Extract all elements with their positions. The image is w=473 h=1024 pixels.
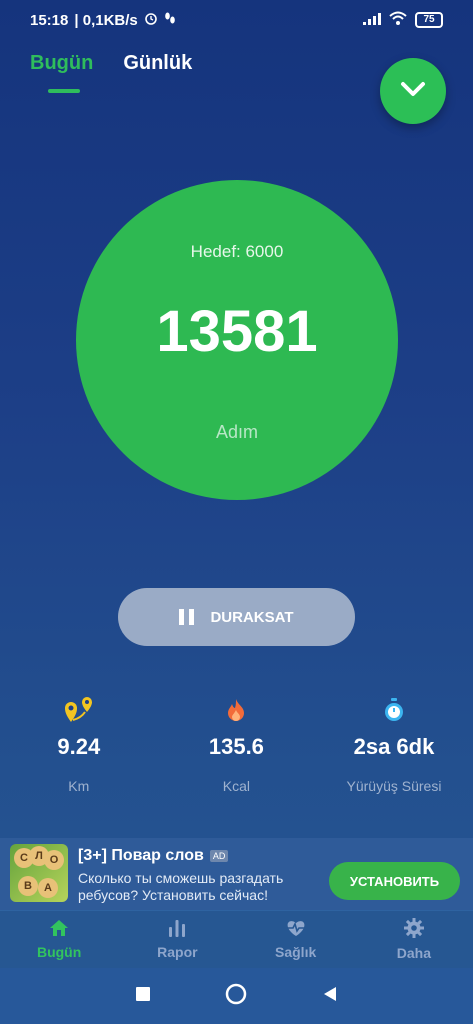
flame-icon (158, 696, 316, 724)
nav-item-label: Sağlık (275, 944, 317, 960)
nav-item-daha[interactable]: Daha (355, 911, 473, 968)
stat-calories-label: Kcal (222, 778, 250, 794)
stat-duration-value: 2sa 6dk (353, 734, 435, 759)
ad-app-image[interactable]: С Л О В А (10, 844, 68, 902)
top-tabs: Bugün Günlük (30, 52, 192, 93)
nav-item-bugun[interactable]: Bugün (0, 911, 118, 968)
stat-duration-label: Yürüyüş Süresi (346, 778, 442, 794)
ad-title-text: [3+] Повар слов (78, 847, 204, 864)
stats-row: 9.24 Km 135.6 Kcal 2sa 6dk Yürüyüş Süres… (0, 696, 473, 794)
footsteps-icon (164, 11, 176, 29)
recent-apps-button[interactable] (135, 986, 150, 1006)
stat-distance-value: 9.24 (57, 734, 101, 759)
pause-button[interactable]: DURAKSAT (118, 588, 355, 646)
ad-badge: AD (209, 849, 229, 862)
step-count: 13581 (156, 299, 318, 364)
step-unit-label: Adım (215, 422, 258, 442)
heart-pulse-icon (285, 919, 307, 940)
stopwatch-icon (315, 696, 473, 724)
chevron-down-icon (399, 80, 427, 103)
status-time: 15:18 (30, 11, 69, 29)
ad-install-button[interactable]: УСТАНОВИТЬ (329, 862, 460, 900)
gear-icon (403, 918, 424, 941)
ad-title: [3+] Повар слов AD (78, 847, 229, 865)
status-network: | 0,1KB/s (74, 11, 138, 29)
nav-item-rapor[interactable]: Rapor (118, 911, 236, 968)
status-right: 75 (363, 11, 443, 29)
nav-item-label: Daha (396, 945, 431, 961)
pause-button-label: DURAKSAT (210, 608, 294, 626)
stat-calories-value: 135.6 (208, 734, 264, 759)
home-button[interactable] (225, 983, 247, 1010)
expand-button[interactable] (380, 58, 446, 124)
alarm-icon (144, 11, 158, 29)
ad-banner[interactable]: С Л О В А [3+] Повар слов AD Сколько ты с… (0, 838, 473, 910)
signal-icon (363, 12, 381, 29)
tab-bugun[interactable]: Bugün (30, 52, 93, 93)
ad-image-tile: В (18, 876, 38, 896)
nav-item-label: Bugün (36, 944, 82, 960)
status-bar: 15:18 | 0,1KB/s 75 (0, 0, 473, 40)
bottom-nav: Bugün Rapor Sağlık Daha (0, 910, 473, 968)
home-icon (49, 919, 69, 940)
ad-image-tile: О (44, 850, 64, 870)
stat-calories: 135.6 Kcal (158, 696, 316, 794)
system-nav-bar (0, 968, 473, 1024)
wifi-icon (389, 11, 407, 29)
battery-indicator: 75 (415, 12, 443, 28)
stat-duration: 2sa 6dk Yürüyüş Süresi (315, 696, 473, 794)
back-button[interactable] (322, 986, 338, 1007)
nav-item-saglik[interactable]: Sağlık (237, 911, 355, 968)
stat-distance: 9.24 Km (0, 696, 158, 794)
ad-image-tile: А (38, 878, 58, 898)
pause-icon (179, 609, 195, 625)
bar-chart-icon (167, 919, 187, 940)
nav-item-label: Rapor (157, 944, 198, 960)
step-progress-circle: Hedef: 6000 13581 Adım (76, 180, 398, 500)
ad-body: Сколько ты сможешь разгадать ребусов? Ус… (78, 870, 284, 903)
tab-gunluk[interactable]: Günlük (123, 52, 192, 93)
stat-distance-label: Km (68, 778, 90, 794)
goal-text: Hedef: 6000 (190, 242, 284, 261)
status-left: 15:18 | 0,1KB/s (30, 11, 176, 29)
map-pins-icon (0, 696, 158, 724)
